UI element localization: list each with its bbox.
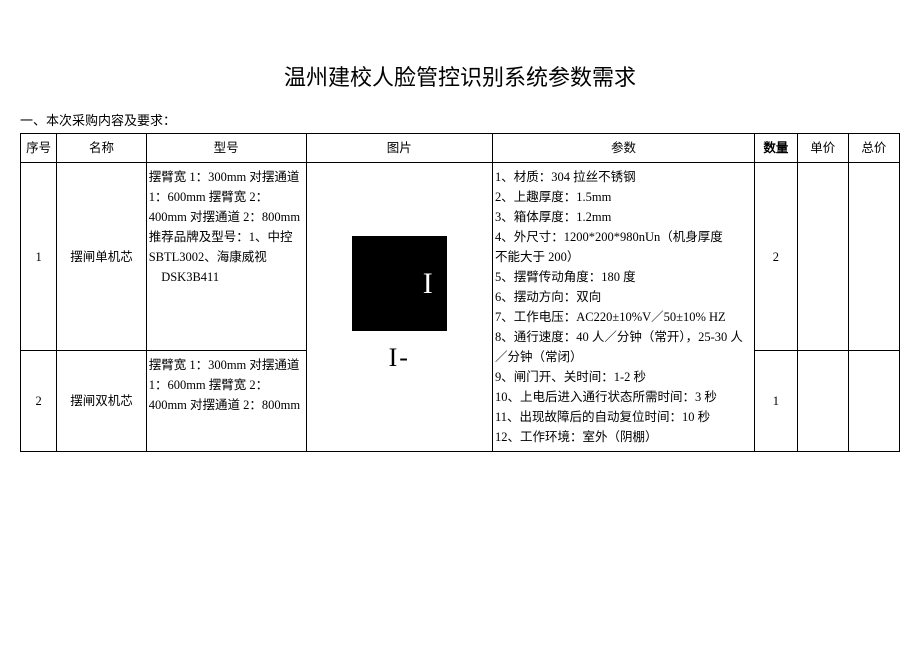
cell-image: I I- [306, 163, 492, 452]
cell-qty: 1 [755, 351, 798, 452]
table-row: 1 摆闸单机芯 摆臂宽 1：300mm 对摆通道 1：600mm 摆臂宽 2：4… [21, 163, 900, 351]
table-header-row: 序号 名称 型号 图片 参数 数量 单价 总价 [21, 134, 900, 163]
cell-seq: 1 [21, 163, 57, 351]
section-subtitle: 一、本次采购内容及要求： [20, 110, 900, 129]
cell-total [848, 163, 899, 351]
cell-unit-price [797, 351, 848, 452]
product-image-placeholder: I [352, 236, 447, 331]
cell-name: 摆闸单机芯 [57, 163, 146, 351]
cell-name: 摆闸双机芯 [57, 351, 146, 452]
product-image-caption: I- [309, 337, 490, 379]
cell-unit-price [797, 163, 848, 351]
th-unit-price: 单价 [797, 134, 848, 163]
cell-model: 摆臂宽 1：300mm 对摆通道 1：600mm 摆臂宽 2：400mm 对摆通… [146, 351, 306, 452]
th-param: 参数 [492, 134, 754, 163]
th-seq: 序号 [21, 134, 57, 163]
th-total: 总价 [848, 134, 899, 163]
cell-model: 摆臂宽 1：300mm 对摆通道 1：600mm 摆臂宽 2：400mm 对摆通… [146, 163, 306, 351]
cell-param: 1、材质：304 拉丝不锈钢 2、上趣厚度：1.5mm 3、箱体厚度：1.2mm… [492, 163, 754, 452]
th-image: 图片 [306, 134, 492, 163]
document-title: 温州建校人脸管控识别系统参数需求 [20, 60, 900, 92]
th-name: 名称 [57, 134, 146, 163]
th-qty: 数量 [755, 134, 798, 163]
cell-total [848, 351, 899, 452]
th-model: 型号 [146, 134, 306, 163]
cell-qty: 2 [755, 163, 798, 351]
requirements-table: 序号 名称 型号 图片 参数 数量 单价 总价 1 摆闸单机芯 摆臂宽 1：30… [20, 133, 900, 452]
cell-seq: 2 [21, 351, 57, 452]
